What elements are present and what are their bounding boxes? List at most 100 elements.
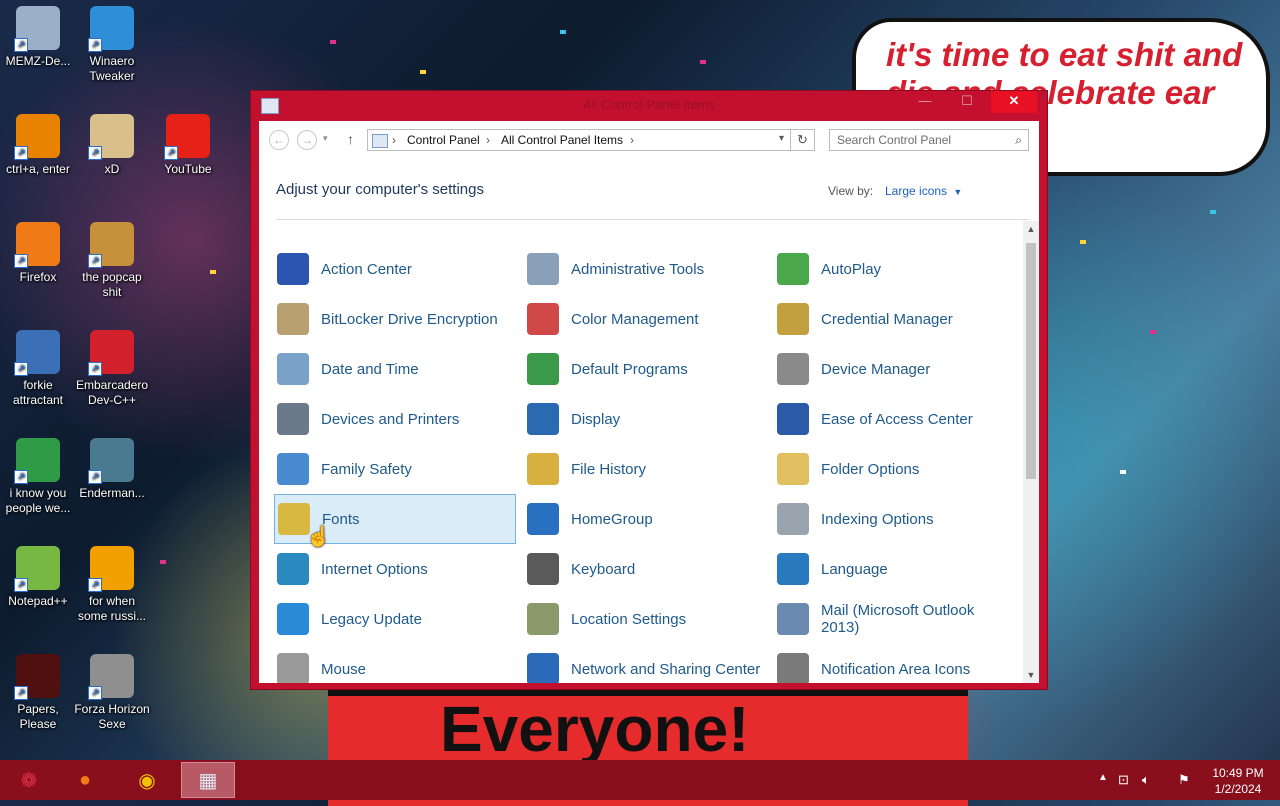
control-panel-item[interactable]: Legacy Update xyxy=(274,594,516,644)
forward-button[interactable]: → xyxy=(297,130,317,150)
search-box[interactable]: ⌕ xyxy=(829,129,1029,151)
desktop-icon[interactable]: ↗ ctrl+a, enter xyxy=(0,114,76,177)
control-panel-item[interactable]: Location Settings xyxy=(524,594,766,644)
control-panel-item[interactable]: Ease of Access Center xyxy=(774,394,1016,444)
control-panel-item[interactable]: Internet Options xyxy=(274,544,516,594)
desktop-icon[interactable]: ↗ Enderman... xyxy=(74,438,150,501)
volume-muted-icon[interactable]: 🔈︎ xyxy=(1142,772,1150,788)
control-panel-item[interactable]: Family Safety xyxy=(274,444,516,494)
chrome-icon: ↗ xyxy=(14,438,60,484)
control-panel-item-label: Administrative Tools xyxy=(571,260,705,278)
shortcut-arrow-icon: ↗ xyxy=(88,578,102,592)
control-panel-item[interactable]: Language xyxy=(774,544,1016,594)
control-panel-item-label: Action Center xyxy=(321,260,412,278)
control-panel-item[interactable]: Notification Area Icons xyxy=(774,644,1016,683)
desktop-icon-label: for when some russi... xyxy=(77,594,146,623)
control-panel-item[interactable]: Mouse xyxy=(274,644,516,683)
control-panel-item[interactable]: Devices and Printers xyxy=(274,394,516,444)
desktop-icon[interactable]: ↗ MEMZ-De... xyxy=(0,6,76,69)
recent-locations-icon[interactable]: ▾ xyxy=(323,133,328,144)
desktop-icon-label: the popcap shit xyxy=(82,270,142,299)
file-history-icon xyxy=(527,453,559,485)
clock[interactable]: 10:49 PM 1/2/2024 xyxy=(1208,765,1268,797)
search-input[interactable] xyxy=(837,133,997,147)
search-icon[interactable]: ⌕ xyxy=(1015,133,1022,148)
ring-icon: ↗ xyxy=(14,114,60,160)
minimize-button[interactable]: — xyxy=(907,91,943,113)
view-by-label: View by: xyxy=(828,184,874,198)
control-panel-item-label: Keyboard xyxy=(571,560,636,578)
show-hidden-icons-icon[interactable]: ▲ xyxy=(1098,772,1108,783)
control-panel-item-label: File History xyxy=(571,460,647,478)
control-panel-window[interactable]: All Control Panel Items — ☐ ✕ ← → ▾ ↑ › … xyxy=(250,90,1048,690)
control-panel-item[interactable]: Mail (Microsoft Outlook 2013) xyxy=(774,594,1016,644)
control-panel-item[interactable]: Color Management xyxy=(524,294,766,344)
maximize-button[interactable]: ☐ xyxy=(949,91,985,113)
control-panel-item-label: Mail (Microsoft Outlook 2013) xyxy=(821,602,975,636)
title-bar[interactable]: All Control Panel Items — ☐ ✕ xyxy=(251,91,1047,119)
up-arrow-icon[interactable]: ↑ xyxy=(347,131,354,147)
firefox-taskbar-button[interactable]: ● xyxy=(58,762,112,798)
control-panel-item[interactable]: Network and Sharing Center xyxy=(524,644,766,683)
network-icon[interactable]: ⊡ xyxy=(1118,772,1129,788)
desktop-icon[interactable]: ↗ i know you people we... xyxy=(0,438,76,516)
control-panel-item[interactable]: BitLocker Drive Encryption xyxy=(274,294,516,344)
desktop-icon[interactable]: ↗ Notepad++ xyxy=(0,546,76,609)
language-icon xyxy=(777,553,809,585)
desktop-icon[interactable]: ↗ for when some russi... xyxy=(74,546,150,624)
desktop-icon[interactable]: ↗ Papers, Please xyxy=(0,654,76,732)
control-panel-item[interactable]: Indexing Options xyxy=(774,494,1016,544)
chrome-taskbar-button[interactable]: ◉ xyxy=(120,762,174,798)
family-icon xyxy=(277,453,309,485)
control-panel-taskbar-button[interactable]: ▦ xyxy=(181,762,235,798)
control-panel-item-label: Color Management xyxy=(571,310,699,328)
shortcut-arrow-icon: ↗ xyxy=(88,686,102,700)
scroll-up-icon[interactable]: ▲ xyxy=(1023,224,1039,234)
control-panel-item[interactable]: Default Programs xyxy=(524,344,766,394)
desktop-icon[interactable]: ↗ forkie attractant xyxy=(0,330,76,408)
start-button[interactable]: ❁ xyxy=(2,762,56,798)
dropdown-arrow-icon[interactable]: ▼ xyxy=(953,187,962,197)
breadcrumb-separator-icon: › xyxy=(486,133,490,147)
desktop-icon[interactable]: ↗ Winaero Tweaker xyxy=(74,6,150,84)
control-panel-item[interactable]: Folder Options xyxy=(774,444,1016,494)
desktop-icon-label: Winaero Tweaker xyxy=(89,54,135,83)
control-panel-item[interactable]: Display xyxy=(524,394,766,444)
desktop-icon[interactable]: ↗ Embarcadero Dev-C++ xyxy=(74,330,150,408)
control-panel-item[interactable]: Date and Time xyxy=(274,344,516,394)
control-panel-item-label: Indexing Options xyxy=(821,510,934,528)
close-button[interactable]: ✕ xyxy=(991,91,1037,113)
desktop-icon[interactable]: ↗ the popcap shit xyxy=(74,222,150,300)
control-panel-item[interactable]: File History xyxy=(524,444,766,494)
ease-of-access-icon xyxy=(777,403,809,435)
control-panel-item[interactable]: HomeGroup xyxy=(524,494,766,544)
control-panel-item[interactable]: Device Manager xyxy=(774,344,1016,394)
control-panel-item[interactable]: AutoPlay xyxy=(774,244,1016,294)
desktop-icon[interactable]: ↗ YouTube xyxy=(150,114,226,177)
page-heading: Adjust your computer's settings xyxy=(276,181,484,198)
view-by-dropdown[interactable]: Large icons ▼ xyxy=(885,184,962,198)
breadcrumb-control-panel[interactable]: Control Panel xyxy=(407,133,480,147)
vertical-scrollbar[interactable]: ▲ ▼ xyxy=(1023,221,1039,683)
desktop-icon[interactable]: ↗ Firefox xyxy=(0,222,76,285)
address-box[interactable]: › Control Panel › All Control Panel Item… xyxy=(367,129,791,151)
back-button[interactable]: ← xyxy=(269,130,289,150)
view-by-value[interactable]: Large icons xyxy=(885,184,947,198)
breadcrumb-separator-icon: › xyxy=(392,133,396,147)
scroll-down-icon[interactable]: ▼ xyxy=(1023,670,1039,680)
breadcrumb-all-items[interactable]: All Control Panel Items xyxy=(501,133,623,147)
action-center-flag-icon[interactable]: ⚑ xyxy=(1178,772,1190,788)
bitlocker-icon xyxy=(277,303,309,335)
desktop-icon-label: Papers, Please xyxy=(17,702,59,731)
control-panel-item[interactable]: Credential Manager xyxy=(774,294,1016,344)
desktop-icon[interactable]: ↗ Forza Horizon Sexe xyxy=(74,654,150,732)
refresh-button[interactable]: ↻ xyxy=(791,129,815,151)
address-dropdown-icon[interactable]: ▾ xyxy=(779,133,784,144)
control-panel-item[interactable]: Action Center xyxy=(274,244,516,294)
control-panel-item[interactable]: Administrative Tools xyxy=(524,244,766,294)
desktop-icon[interactable]: ↗ xD xyxy=(74,114,150,177)
printer-icon xyxy=(277,403,309,435)
control-panel-item[interactable]: Keyboard xyxy=(524,544,766,594)
scrollbar-thumb[interactable] xyxy=(1026,243,1036,479)
shortcut-arrow-icon: ↗ xyxy=(14,686,28,700)
